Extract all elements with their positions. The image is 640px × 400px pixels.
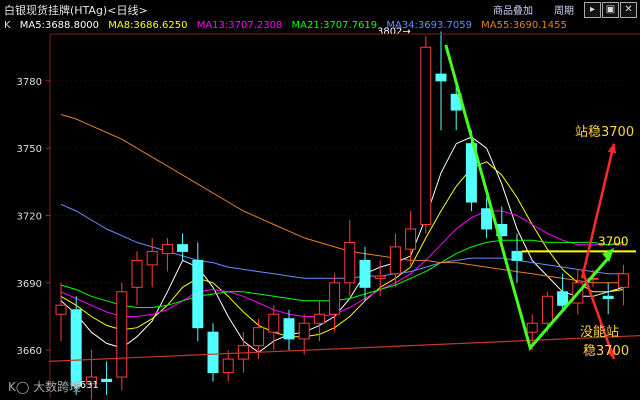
restore-icon[interactable]: ▣ [602, 2, 619, 18]
resistance-label: 3700 [598, 234, 629, 248]
chart-title: 白银现货挂牌(HTAg)<日线> [4, 4, 148, 17]
down-scenario-label-1: 没能站 [580, 325, 619, 340]
up-scenario-label: 站稳3700 [575, 124, 634, 140]
ma-line-ma55 [60, 114, 624, 284]
candle-body [101, 378, 113, 383]
candle-body [526, 322, 538, 333]
expand-icon[interactable]: ▸ [584, 2, 601, 18]
candle-body [435, 73, 447, 82]
y-tick-label: 3720 [17, 212, 42, 223]
candle-body [161, 244, 173, 255]
overlay-commodity-button[interactable]: 商品叠加 [493, 2, 533, 17]
ma55-label: MA55:3690.1455 [481, 20, 567, 31]
candle-body [405, 228, 417, 250]
candle-body [344, 241, 356, 284]
candle-body [268, 313, 280, 333]
y-tick-label: 3780 [17, 77, 42, 88]
close-icon[interactable]: ✕ [620, 2, 637, 18]
candle-body [602, 295, 614, 300]
ma8-label: MA8:3686.6250 [108, 20, 188, 31]
ma13-label: MA13:3707.2308 [196, 20, 283, 31]
candle-body [541, 295, 553, 324]
ma34-label: MA34:3693.7059 [386, 20, 472, 31]
candle-body [511, 250, 523, 261]
price-chart: 3700站稳3700没能站稳37003802→3631 366036903720… [17, 27, 640, 400]
y-axis: 3660 3690 3720 3750 3780 [17, 33, 640, 398]
candle-body [481, 208, 493, 230]
candle-body [283, 318, 295, 340]
y-tick-label: 3690 [17, 279, 42, 290]
candle-body [192, 259, 204, 329]
ma-legend: K MA5:3688.8000 MA8:3686.6250 MA13:3707.… [4, 20, 573, 34]
support-line [48, 335, 640, 362]
candle-body [557, 291, 569, 306]
candle-body [374, 275, 386, 279]
candle-body [177, 244, 189, 252]
candle-body [131, 259, 143, 288]
moving-average-lines [60, 114, 624, 354]
down-scenario-label-2: 稳3700 [583, 343, 629, 359]
candle-body [207, 331, 219, 374]
candle-body [389, 246, 401, 275]
y-tick-label: 3660 [17, 346, 42, 357]
title-bar: 白银现货挂牌(HTAg)<日线> 商品叠加 周期 ▸ ▣ ✕ [0, 0, 640, 20]
candle-body [617, 273, 629, 288]
y-tick-label: 3750 [17, 144, 42, 155]
candle-body [329, 282, 341, 315]
candle-body [116, 291, 128, 378]
candle-body [70, 309, 82, 387]
ma5-label: MA5:3688.8000 [19, 20, 100, 31]
period-button[interactable]: 周期 [554, 2, 574, 17]
candle-body [420, 46, 432, 225]
ma21-label: MA21:3707.7619 [291, 20, 378, 31]
candle-body [298, 322, 310, 340]
watermark-text: 大数跨境 [33, 380, 82, 394]
candle-body [55, 304, 67, 315]
candle-body [313, 313, 325, 324]
watermark: K◯ 大数跨境 [8, 378, 81, 395]
candle-body [222, 358, 234, 374]
candle-body [253, 327, 265, 347]
ma-line-ma21 [60, 239, 624, 308]
candle-body [359, 259, 371, 288]
indicator-label: K [4, 20, 11, 31]
trend-arrowhead [602, 247, 615, 262]
watermark-logo-icon: K◯ [8, 380, 34, 394]
candle-body [146, 250, 158, 266]
